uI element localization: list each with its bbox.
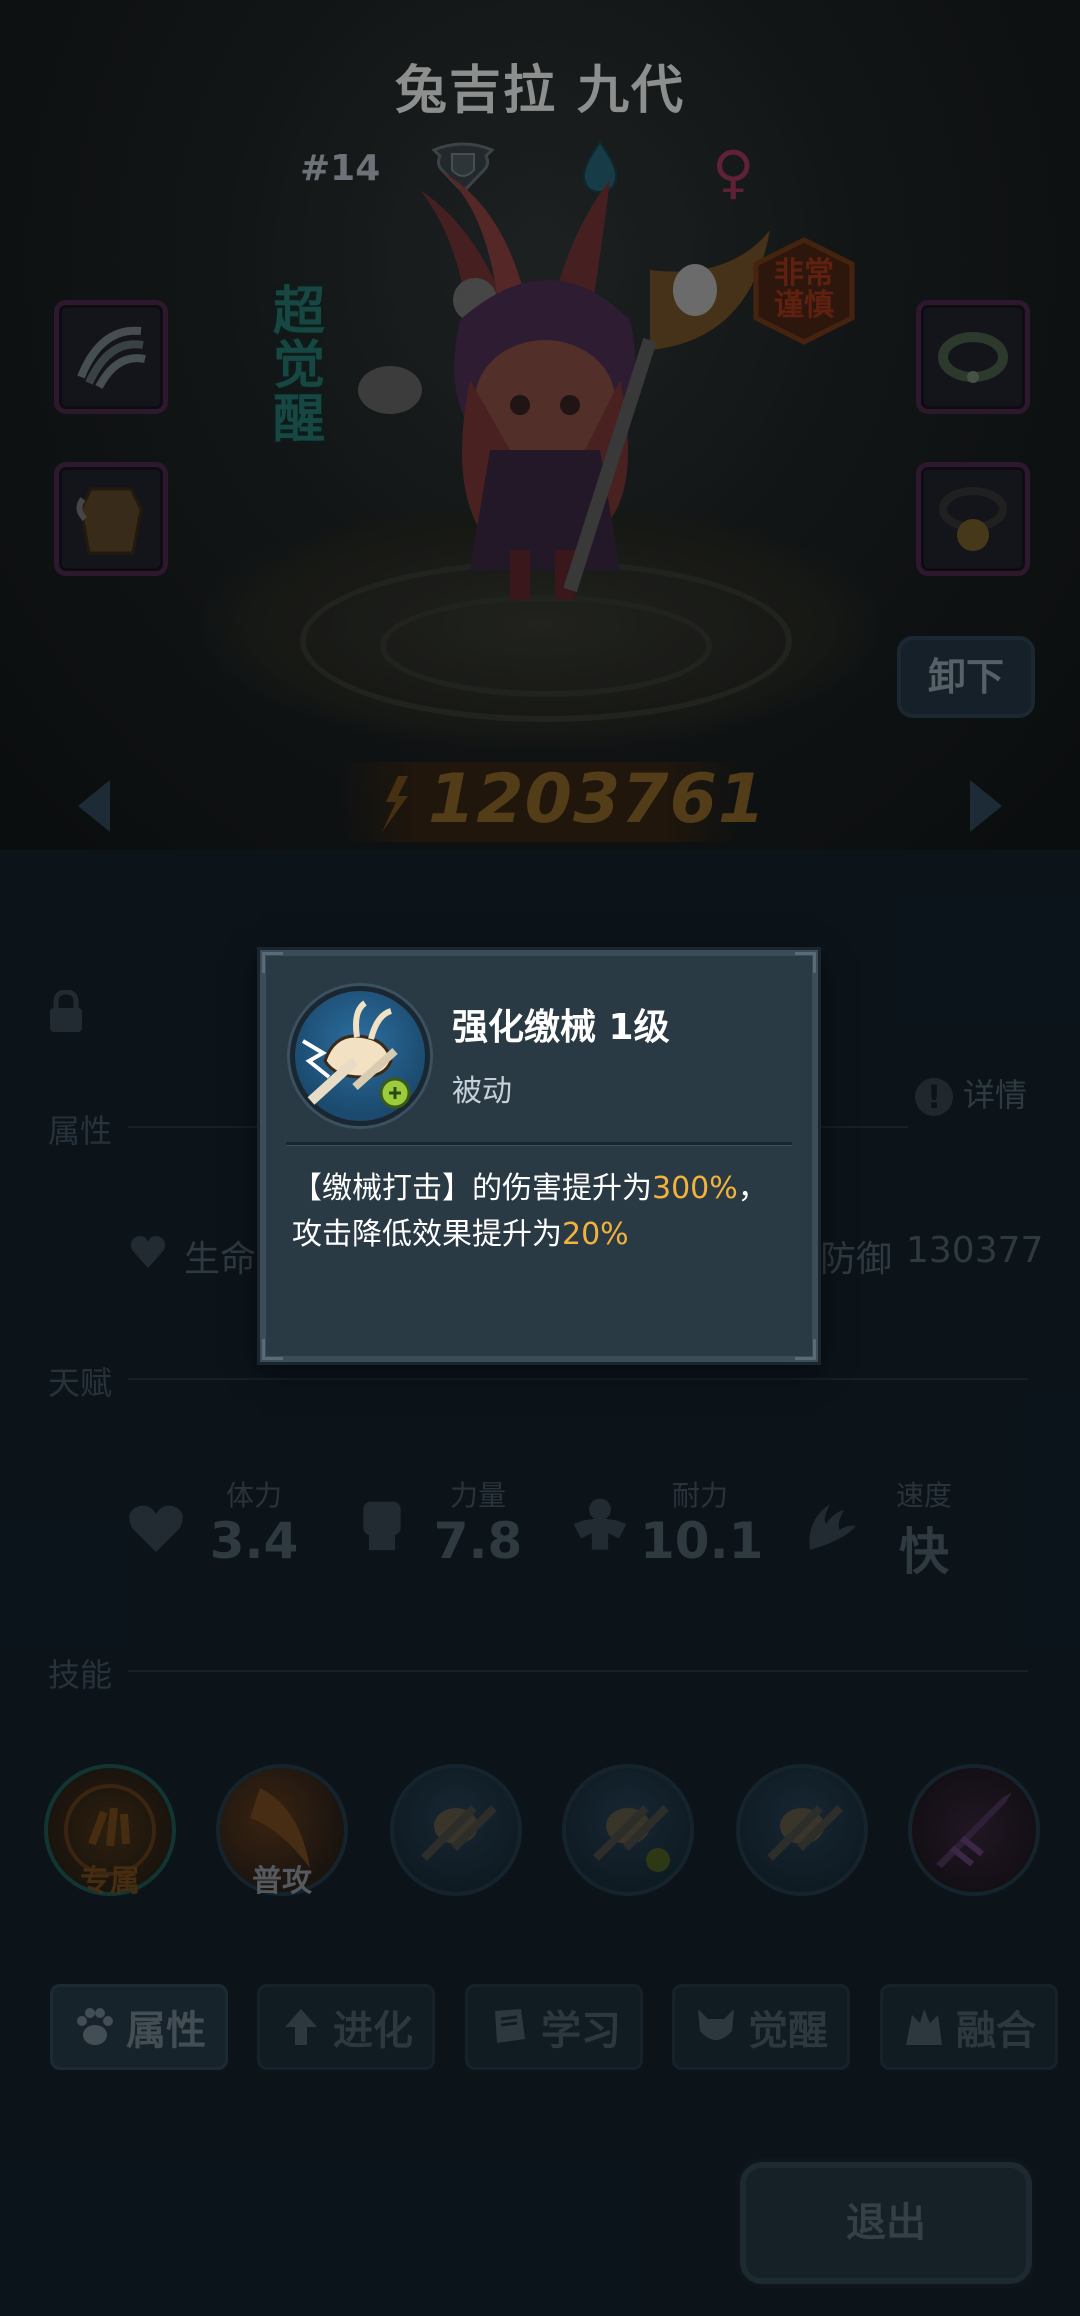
popup-corner	[795, 952, 816, 973]
desc-text: ，	[737, 1171, 768, 1206]
popup-corner	[262, 1339, 283, 1360]
desc-text: 【缴械打击】的伤害提升为	[292, 1171, 652, 1206]
skill-tooltip-popup: 强化缴械 1级 被动 【缴械打击】的伤害提升为300%， 攻击降低效果提升为20…	[260, 950, 818, 1362]
popup-description: 【缴械打击】的伤害提升为300%， 攻击降低效果提升为20%	[292, 1166, 802, 1258]
popup-corner	[262, 952, 283, 973]
popup-skill-icon	[290, 986, 430, 1126]
desc-text: 攻击降低效果提升为	[292, 1217, 562, 1252]
popup-divider	[286, 1142, 792, 1146]
desc-highlight-reduction: 20%	[562, 1217, 629, 1252]
desc-highlight-damage: 300%	[652, 1171, 738, 1206]
popup-corner	[795, 1339, 816, 1360]
popup-skill-type: 被动	[452, 1074, 512, 1109]
popup-title: 强化缴械 1级	[452, 1007, 670, 1048]
cable-strike-upgrade-icon	[301, 1000, 411, 1109]
